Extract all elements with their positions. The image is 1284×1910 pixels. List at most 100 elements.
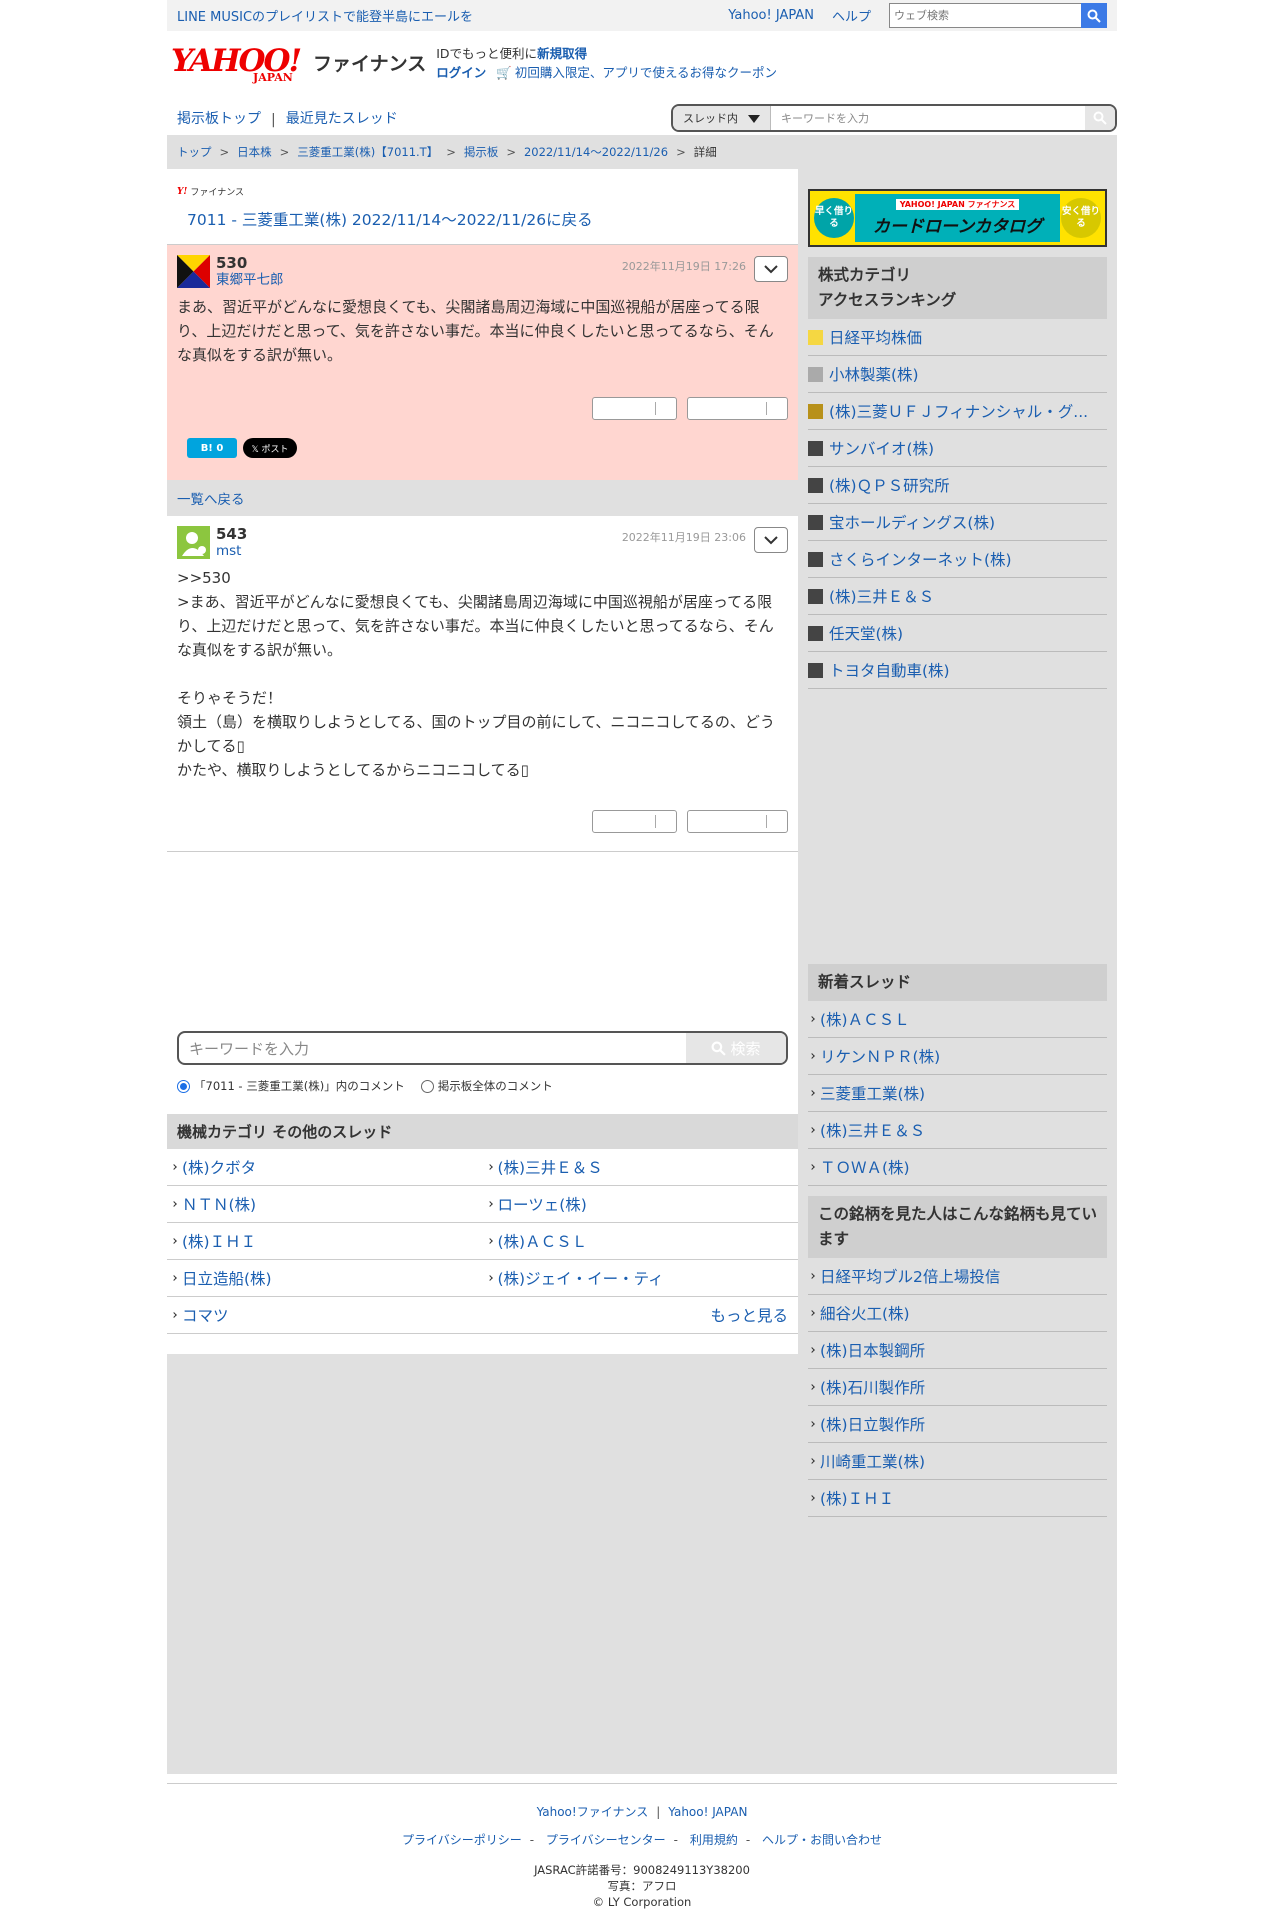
keyword-search-button[interactable]: 検索 xyxy=(686,1033,786,1063)
post-number[interactable]: 543 xyxy=(216,526,247,543)
rank-square-icon xyxy=(808,403,823,419)
category-item[interactable]: (株)クボタ xyxy=(182,1156,256,1178)
more-link[interactable]: もっと見る xyxy=(710,1304,788,1326)
yahoo-finance-logo[interactable]: YAHOO! JAPAN ファイナンス xyxy=(171,45,426,84)
rank-square-icon xyxy=(808,588,823,604)
privacy-policy-link[interactable]: プライバシーポリシー xyxy=(402,1833,522,1847)
avatar[interactable] xyxy=(177,255,210,288)
radio-all-board[interactable] xyxy=(420,1079,434,1093)
like-button[interactable] xyxy=(592,810,677,833)
ranking-item[interactable]: 日経平均株価 xyxy=(808,319,1107,356)
terms-link[interactable]: 利用規約 xyxy=(690,1833,738,1847)
post-number[interactable]: 530 xyxy=(216,255,284,272)
footer: Yahoo!ファイナンス | Yahoo! JAPAN プライバシーポリシー - プラ… xyxy=(167,1783,1117,1910)
post-body: まあ、習近平がどんなに愛想良くても、尖閣諸島周辺海域に中国巡視船が居座ってる限り… xyxy=(177,298,774,364)
ranking-item[interactable]: 任天堂(株) xyxy=(808,615,1107,652)
back-to-thread-link[interactable]: 7011 - 三菱重工業(株) 2022/11/14〜2022/11/26に戻る xyxy=(187,211,593,229)
ranking-item[interactable]: 宝ホールディングス(株) xyxy=(808,504,1107,541)
hatena-bookmark-button[interactable]: B! 0 xyxy=(187,438,237,458)
footer-finance-link[interactable]: Yahoo!ファイナンス xyxy=(537,1805,649,1819)
arrow-icon xyxy=(486,1275,493,1281)
arrow-icon xyxy=(171,1201,177,1207)
ranking-item[interactable]: さくらインターネット(株) xyxy=(808,541,1107,578)
header: YAHOO! JAPAN ファイナンス IDでもっと便利に新規取得 ログイン 🛒 初… xyxy=(167,31,1117,91)
dislike-button[interactable] xyxy=(687,810,788,833)
arrow-icon xyxy=(809,1273,815,1279)
arrow-icon xyxy=(809,1090,815,1096)
breadcrumb-top[interactable]: トップ xyxy=(177,144,212,160)
ranking-item[interactable]: サンバイオ(株) xyxy=(808,430,1107,467)
also-viewed-item[interactable]: (株)日本製鋼所 xyxy=(808,1332,1107,1369)
new-thread-item[interactable]: (株)三井Ｅ＆Ｓ xyxy=(808,1112,1107,1149)
category-item[interactable]: (株)三井Ｅ＆Ｓ xyxy=(498,1156,603,1178)
also-viewed-item[interactable]: (株)石川製作所 xyxy=(808,1369,1107,1406)
also-viewed-item[interactable]: 細谷火工(株) xyxy=(808,1295,1107,1332)
radio-in-thread[interactable] xyxy=(177,1079,190,1093)
breadcrumb-board[interactable]: 掲示板 xyxy=(464,144,499,160)
keyword-search-input[interactable]: キーワードを入力 xyxy=(179,1033,686,1063)
web-search xyxy=(889,3,1107,28)
new-thread-item[interactable]: 三菱重工業(株) xyxy=(808,1075,1107,1112)
arrow-icon xyxy=(809,1016,815,1022)
breadcrumb-stock[interactable]: 三菱重工業(株)【7011.T】 xyxy=(297,144,438,160)
new-thread-item[interactable]: リケンＮＰＲ(株) xyxy=(808,1038,1107,1075)
signup-link[interactable]: 新規取得 xyxy=(537,46,587,61)
ranking-item[interactable]: (株)三菱ＵＦＪフィナンシャル・グ... xyxy=(808,393,1107,430)
arrow-icon xyxy=(809,1164,815,1170)
help-link[interactable]: ヘルプ xyxy=(832,6,871,25)
board-top-link[interactable]: 掲示板トップ xyxy=(177,108,261,128)
category-threads: 機械カテゴリ その他のスレッド (株)クボタ (株)三井Ｅ＆Ｓ ＮＴＮ(株) ロ… xyxy=(167,1114,798,1334)
category-item[interactable]: (株)ＩＨＩ xyxy=(182,1230,256,1252)
breadcrumb-jp-stocks[interactable]: 日本株 xyxy=(237,144,272,160)
rank-square-icon xyxy=(808,329,823,345)
category-item[interactable]: (株)ＡＣＳＬ xyxy=(498,1230,588,1252)
post-user[interactable]: mst xyxy=(216,543,241,559)
ranking-item[interactable]: 小林製薬(株) xyxy=(808,356,1107,393)
also-viewed-item[interactable]: 日経平均ブル2倍上場投信 xyxy=(808,1258,1107,1295)
coupon-link[interactable]: 初回購入限定、アプリで使えるお得なクーポン xyxy=(515,65,777,80)
also-viewed-item[interactable]: (株)ＩＨＩ xyxy=(808,1480,1107,1517)
rank-square-icon xyxy=(808,440,823,456)
avatar[interactable] xyxy=(177,526,210,559)
new-thread-item[interactable]: (株)ＡＣＳＬ xyxy=(808,1001,1107,1038)
login-link[interactable]: ログイン xyxy=(436,65,486,80)
recent-threads-link[interactable]: 最近見たスレッド xyxy=(286,108,398,128)
rank-square-icon xyxy=(808,625,823,641)
ranking-item[interactable]: トヨタ自動車(株) xyxy=(808,652,1107,689)
like-button[interactable] xyxy=(592,397,677,420)
post-user[interactable]: 東郷平七郎 xyxy=(216,272,284,288)
arrow-icon xyxy=(171,1238,177,1244)
category-item[interactable]: コマツ xyxy=(182,1304,229,1326)
help-contact-link[interactable]: ヘルプ・お問い合わせ xyxy=(762,1833,882,1847)
footer-yahoo-link[interactable]: Yahoo! JAPAN xyxy=(668,1805,747,1819)
thread-search-input[interactable]: キーワードを入力 xyxy=(771,106,1085,130)
breadcrumb-period[interactable]: 2022/11/14〜2022/11/26 xyxy=(524,144,668,160)
arrow-icon xyxy=(809,1458,815,1464)
new-thread-item[interactable]: ＴＯＷＡ(株) xyxy=(808,1149,1107,1186)
yahoo-japan-link[interactable]: Yahoo! JAPAN xyxy=(728,8,814,23)
category-item[interactable]: ＮＴＮ(株) xyxy=(182,1193,256,1215)
thread-search-button[interactable] xyxy=(1085,106,1115,130)
also-viewed-item[interactable]: 川崎重工業(株) xyxy=(808,1443,1107,1480)
category-item[interactable]: (株)ジェイ・イー・ティ xyxy=(498,1267,664,1289)
card-loan-ad-banner[interactable]: 早く借りる YAHOO! JAPAN ファイナンス カードローンカタログ 安く借り… xyxy=(808,189,1107,247)
x-post-button[interactable]: 𝕏 ポスト xyxy=(243,438,297,458)
web-search-button[interactable] xyxy=(1081,3,1107,28)
back-to-list-link[interactable]: 一覧へ戻る xyxy=(177,488,245,508)
search-scope-select[interactable]: スレッド内 xyxy=(673,106,771,130)
web-search-input[interactable] xyxy=(889,3,1081,28)
ranking-item[interactable]: (株)ＱＰＳ研究所 xyxy=(808,467,1107,504)
privacy-center-link[interactable]: プライバシーセンター xyxy=(546,1833,666,1847)
promo-link[interactable]: LINE MUSICのプレイリストで能登半島にエールを xyxy=(177,6,710,25)
category-item[interactable]: 日立造船(株) xyxy=(182,1267,272,1289)
post-menu-button[interactable] xyxy=(754,256,788,282)
category-item[interactable]: ローツェ(株) xyxy=(498,1193,587,1215)
arrow-icon xyxy=(809,1421,815,1427)
ranking-item[interactable]: (株)三井Ｅ＆Ｓ xyxy=(808,578,1107,615)
arrow-icon xyxy=(809,1310,815,1316)
also-viewed-item[interactable]: (株)日立製作所 xyxy=(808,1406,1107,1443)
post-530: 530 東郷平七郎 2022年11月19日 17:26 まあ、習近平がどんなに愛… xyxy=(167,245,798,480)
post-menu-button[interactable] xyxy=(754,527,788,553)
dislike-button[interactable] xyxy=(687,397,788,420)
ranking-list: 日経平均株価 小林製薬(株) (株)三菱ＵＦＪフィナンシャル・グ... サンバイオ(株… xyxy=(808,319,1107,689)
